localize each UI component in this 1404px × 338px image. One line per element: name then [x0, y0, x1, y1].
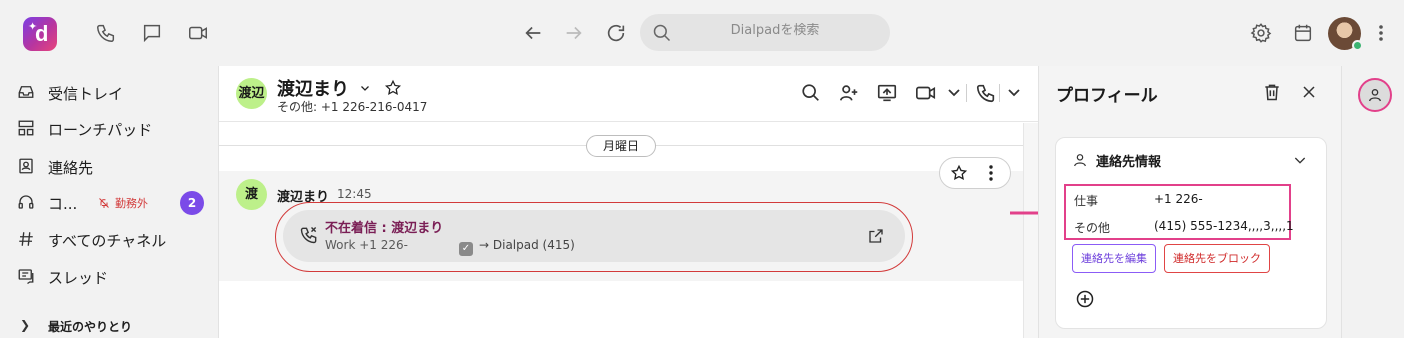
conversation-header: 渡辺 渡辺まり その他: +1 226-216-0417	[219, 66, 1039, 122]
recent-activity-label: 最近のやりとり	[48, 320, 133, 334]
sidebar-item-label: 受信トレイ	[48, 85, 124, 103]
user-avatar[interactable]	[1328, 17, 1363, 51]
more-options-icon[interactable]	[986, 164, 996, 182]
sidebar-item-inbox[interactable]: 受信トレイ	[0, 76, 218, 108]
chevron-down-icon[interactable]	[1292, 152, 1308, 168]
add-field-icon[interactable]	[1075, 289, 1095, 309]
close-icon[interactable]	[1299, 82, 1319, 102]
sidebar-item-launchpad[interactable]: ローンチパッド	[0, 112, 218, 144]
contacts-icon	[17, 157, 35, 175]
message-list[interactable]: 月曜日 渡 渡辺まり 12:45 不在着信 : 渡辺まり Work +1 226…	[219, 123, 1023, 338]
person-icon	[1369, 89, 1381, 102]
unread-count-badge: 2	[180, 191, 204, 215]
calendar-icon[interactable]	[1292, 22, 1314, 44]
video-icon[interactable]	[187, 22, 209, 44]
headset-icon	[17, 193, 35, 211]
message-icon[interactable]	[141, 22, 163, 44]
add-person-icon[interactable]	[838, 82, 860, 104]
conversation-panel: 渡辺 渡辺まり その他: +1 226-216-0417 月曜日 渡 渡辺まり …	[218, 66, 1039, 338]
chevron-down-icon[interactable]	[359, 82, 371, 94]
phone-icon[interactable]	[95, 22, 117, 44]
video-call-icon[interactable]	[915, 82, 937, 104]
missed-call-title: 不在着信 : 渡辺まり	[325, 221, 444, 236]
call-routed-to: ✓ → Dialpad (415)	[459, 238, 575, 256]
inbox-icon	[17, 83, 35, 101]
day-divider-label: 月曜日	[586, 135, 656, 157]
bell-off-icon	[99, 198, 109, 208]
search-icon	[653, 24, 671, 42]
phone-call-icon[interactable]	[975, 82, 997, 104]
threads-icon	[17, 267, 35, 285]
edit-contact-button[interactable]: 連絡先を編集	[1072, 244, 1156, 273]
sidebar-item-label: 連絡先	[48, 159, 94, 177]
contact-avatar[interactable]: 渡辺	[236, 78, 267, 109]
hash-icon	[17, 230, 35, 248]
search-conversation-icon[interactable]	[800, 82, 822, 104]
dialpad-logo-icon[interactable]: ✦ d	[23, 17, 57, 51]
divider	[966, 84, 967, 102]
profile-toggle-button[interactable]	[1358, 78, 1392, 112]
contact-info-title: 連絡先情報	[1096, 155, 1162, 170]
message-actions	[939, 157, 1011, 189]
sidebar-item-label: ローンチパッド	[48, 121, 153, 139]
contact-info-card: 連絡先情報 仕事 +1 226- その他 (415) 555-1234,,,,3…	[1055, 137, 1327, 329]
chevron-down-icon[interactable]	[943, 82, 960, 104]
open-external-icon[interactable]	[867, 227, 885, 245]
message-time: 12:45	[337, 187, 372, 201]
sidebar-item-contact-center[interactable]: コ... 勤務外 2	[0, 186, 218, 218]
phone-value-other[interactable]: (415) 555-1234,,,,3,,,,1	[1154, 219, 1294, 233]
refresh-icon[interactable]	[605, 22, 627, 44]
more-menu-icon[interactable]	[1375, 22, 1387, 44]
star-message-icon[interactable]	[950, 164, 968, 182]
favorite-star-icon[interactable]	[384, 79, 402, 97]
phone-value-work[interactable]: +1 226-	[1154, 192, 1203, 206]
off-duty-status: 勤務外	[98, 195, 148, 211]
left-sidebar: 受信トレイ ローンチパッド 連絡先 コ... 勤務外 2 すべてのチャネル スレ…	[0, 66, 218, 338]
forward-arrow-icon[interactable]	[563, 22, 585, 44]
missed-call-icon	[299, 225, 319, 245]
settings-gear-icon[interactable]	[1250, 22, 1272, 44]
chevron-down-icon[interactable]	[1003, 82, 1020, 104]
sender-avatar[interactable]: 渡	[236, 179, 267, 210]
share-screen-icon[interactable]	[876, 82, 898, 104]
sidebar-item-contacts[interactable]: 連絡先	[0, 150, 218, 182]
block-contact-button[interactable]: 連絡先をブロック	[1164, 244, 1270, 273]
search-bar[interactable]	[640, 14, 890, 51]
sidebar-item-label: すべてのチャネル	[48, 232, 167, 250]
top-bar: ✦ d	[0, 0, 1404, 66]
sidebar-item-threads[interactable]: スレッド	[0, 260, 218, 292]
back-arrow-icon[interactable]	[522, 22, 544, 44]
profile-panel: プロフィール 連絡先情報 仕事 +1 226- その他 (415) 555-12…	[1038, 66, 1341, 338]
phone-numbers-highlight: 仕事 +1 226- その他 (415) 555-1234,,,,3,,,,1	[1064, 184, 1294, 240]
check-icon: ✓	[459, 242, 473, 256]
missed-call-card[interactable]: 不在着信 : 渡辺まり Work +1 226- ✓ → Dialpad (415…	[283, 210, 905, 262]
sidebar-item-label: コ...	[48, 195, 78, 213]
sidebar-item-label: スレッド	[48, 269, 109, 287]
phone-label-other: その他	[1074, 221, 1111, 235]
trash-icon[interactable]	[1262, 82, 1282, 102]
divider	[999, 84, 1000, 102]
launchpad-icon	[17, 119, 35, 137]
online-status-dot	[1352, 40, 1363, 51]
recent-activity-toggle[interactable]: ❯ 最近のやりとり	[0, 314, 218, 338]
right-rail	[1341, 66, 1404, 338]
contact-subtitle: その他: +1 226-216-0417	[277, 100, 428, 114]
sidebar-item-all-channels[interactable]: すべてのチャネル	[0, 223, 218, 255]
search-input[interactable]	[680, 23, 870, 38]
profile-title: プロフィール	[1056, 86, 1158, 106]
scrollbar[interactable]	[1023, 123, 1039, 338]
chevron-right-icon: ❯	[20, 318, 31, 332]
call-from-number: Work +1 226-	[325, 238, 408, 252]
person-icon	[1072, 152, 1088, 168]
phone-label-work: 仕事	[1074, 194, 1099, 208]
